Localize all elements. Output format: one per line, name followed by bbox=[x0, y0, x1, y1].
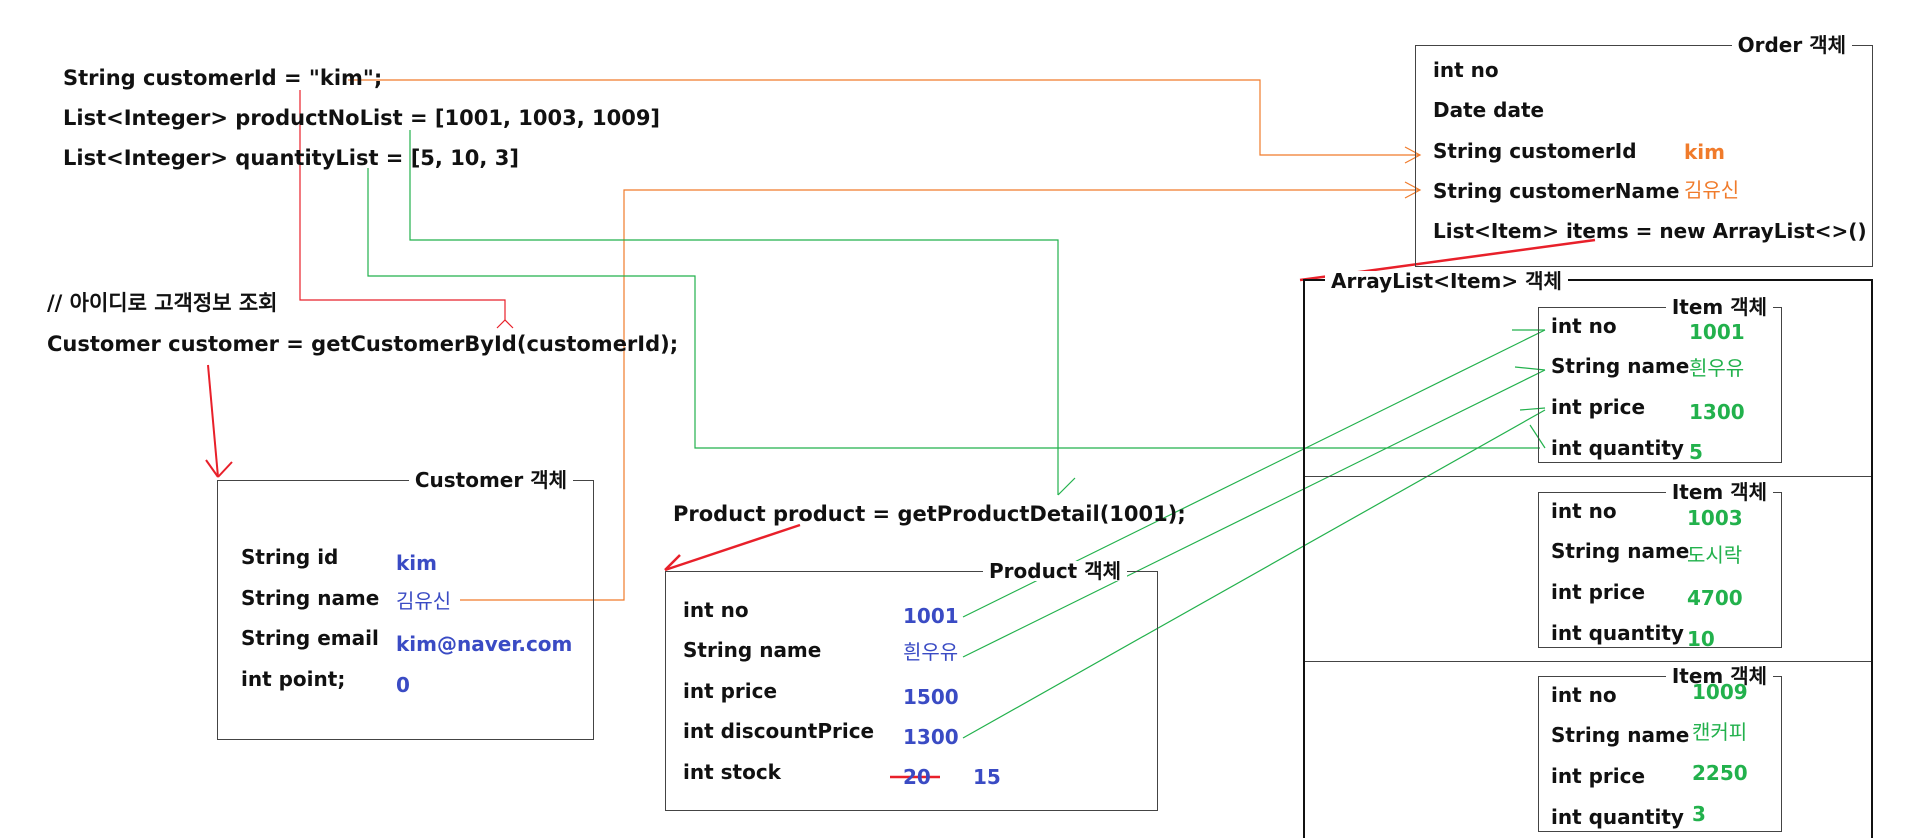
customer-object-title: Customer 객체 bbox=[408, 470, 573, 490]
product-field-value: 1500 bbox=[903, 685, 959, 709]
product-field-value: 1300 bbox=[903, 725, 959, 749]
customer-field-label: String id bbox=[241, 545, 339, 569]
order-field-label: Date date bbox=[1433, 98, 1545, 122]
item-value-name: 흰우유 bbox=[1689, 356, 1745, 380]
order-object-title: Order 객체 bbox=[1731, 35, 1852, 55]
product-field-value: 흰우유 bbox=[903, 640, 959, 664]
item-object-box: Item 객체 int no 1001 String name 흰우유 int … bbox=[1538, 297, 1782, 464]
item-value-no: 1001 bbox=[1689, 320, 1745, 344]
item-label-quantity: int quantity bbox=[1551, 621, 1684, 645]
arrow-head-red-arg bbox=[496, 319, 514, 329]
item-label-name: String name bbox=[1551, 354, 1690, 378]
item-label-quantity: int quantity bbox=[1551, 436, 1684, 460]
product-stock-old-value: 20 bbox=[903, 765, 931, 789]
item-label-name: String name bbox=[1551, 723, 1690, 747]
red-connector-customer bbox=[207, 364, 219, 478]
product-field-label: int no bbox=[683, 598, 749, 622]
order-field-value: kim bbox=[1684, 140, 1725, 164]
code-line-quantitylist: List<Integer> quantityList = [5, 10, 3] bbox=[63, 146, 519, 170]
code-comment: // 아이디로 고객정보 조회 bbox=[47, 291, 278, 315]
product-field-label: int discountPrice bbox=[683, 719, 875, 743]
code-line-getcustomer: Customer customer = getCustomerById(cust… bbox=[47, 332, 679, 356]
customer-field-value: 김유신 bbox=[396, 589, 452, 613]
order-object-box: Order 객체 int no Date date String custome… bbox=[1415, 35, 1873, 267]
item-label-no: int no bbox=[1551, 683, 1617, 707]
product-field-label: int stock bbox=[683, 760, 781, 784]
item-value-name: 캔커피 bbox=[1692, 720, 1748, 744]
arrow-head-red-customer bbox=[217, 461, 233, 478]
item-object-box: Item 객체 int no 1003 String name 도시락 int … bbox=[1538, 482, 1782, 651]
item-label-price: int price bbox=[1551, 580, 1646, 604]
order-field-label: String customerName bbox=[1433, 179, 1680, 203]
product-field-label: int price bbox=[683, 679, 778, 703]
red-connector-product bbox=[664, 523, 801, 572]
item-value-no: 1003 bbox=[1687, 506, 1743, 530]
arraylist-divider bbox=[1305, 661, 1871, 662]
item-value-price: 2250 bbox=[1692, 761, 1748, 785]
code-line-getproduct: Product product = getProductDetail(1001)… bbox=[673, 502, 1186, 526]
item-value-price: 1300 bbox=[1689, 400, 1745, 424]
product-object-box: Product 객체 int no 1001 String name 흰우유 i… bbox=[665, 561, 1158, 811]
customer-field-value: 0 bbox=[396, 673, 410, 697]
item-label-quantity: int quantity bbox=[1551, 805, 1684, 829]
product-field-value: 1001 bbox=[903, 604, 959, 628]
orange-connector-customername bbox=[460, 189, 1420, 601]
order-field-label: int no bbox=[1433, 58, 1499, 82]
item-value-name: 도시락 bbox=[1687, 543, 1743, 567]
item-object-title: Item 객체 bbox=[1665, 297, 1773, 317]
item-object-box: Item 객체 int no 1009 String name 캔커피 int … bbox=[1538, 666, 1782, 832]
item-value-quantity: 10 bbox=[1687, 627, 1715, 651]
customer-field-label: String name bbox=[241, 586, 380, 610]
item-label-name: String name bbox=[1551, 539, 1690, 563]
item-object-title: Item 객체 bbox=[1665, 482, 1773, 502]
order-field-label: List<Item> items = new ArrayList<>() bbox=[1433, 219, 1867, 243]
arraylist-object-title: ArrayList<Item> 객체 bbox=[1325, 271, 1568, 291]
customer-object-box: Customer 객체 String id kim String name 김유… bbox=[217, 470, 594, 740]
order-field-value: 김유신 bbox=[1684, 178, 1740, 202]
order-field-label: String customerId bbox=[1433, 139, 1637, 163]
arraylist-divider bbox=[1305, 476, 1871, 477]
product-object-title: Product 객체 bbox=[983, 561, 1127, 581]
item-label-price: int price bbox=[1551, 764, 1646, 788]
item-value-quantity: 5 bbox=[1689, 440, 1703, 464]
product-field-label: String name bbox=[683, 638, 822, 662]
item-value-no: 1009 bbox=[1692, 680, 1748, 704]
code-line-productnolist: List<Integer> productNoList = [1001, 100… bbox=[63, 106, 661, 130]
product-stock-new-value: 15 bbox=[973, 765, 1001, 789]
item-label-no: int no bbox=[1551, 499, 1617, 523]
diagram-canvas: String customerId = "kim"; List<Integer>… bbox=[0, 0, 1906, 838]
code-line-customerid: String customerId = "kim"; bbox=[63, 66, 383, 90]
customer-field-label: String email bbox=[241, 626, 379, 650]
customer-field-value: kim@naver.com bbox=[396, 632, 573, 656]
item-label-no: int no bbox=[1551, 314, 1617, 338]
item-value-quantity: 3 bbox=[1692, 802, 1706, 826]
item-value-price: 4700 bbox=[1687, 586, 1743, 610]
green-connector-productno bbox=[409, 130, 1059, 495]
item-label-price: int price bbox=[1551, 395, 1646, 419]
customer-field-label: int point; bbox=[241, 667, 346, 691]
customer-field-value: kim bbox=[396, 551, 437, 575]
